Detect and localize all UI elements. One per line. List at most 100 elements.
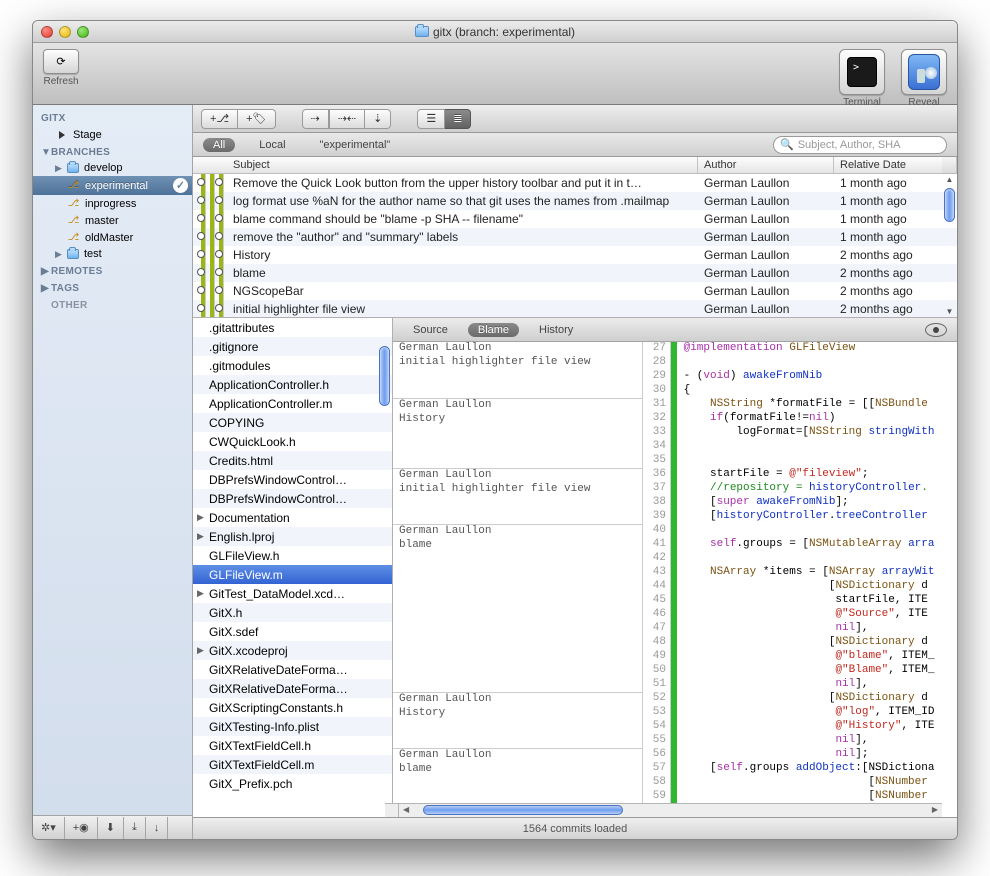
history-row[interactable]: remove the "author" and "summary" labels…	[193, 228, 957, 246]
history-row[interactable]: HistoryGerman Laullon2 months ago	[193, 246, 957, 264]
file-row[interactable]: ▶GitX.xcodeproj	[193, 641, 392, 660]
file-row[interactable]: GitXTextFieldCell.h	[193, 736, 392, 755]
fetch-button[interactable]: ↓	[146, 817, 169, 839]
new-branch-button[interactable]: +⎇	[201, 109, 238, 129]
source-line	[677, 356, 957, 370]
minimize-button[interactable]	[59, 26, 71, 38]
file-row[interactable]: GLFileView.m	[193, 565, 392, 584]
file-row[interactable]: ▶Documentation	[193, 508, 392, 527]
file-row[interactable]: .gitmodules	[193, 356, 392, 375]
search-field[interactable]: 🔍 Subject, Author, SHA	[773, 136, 947, 154]
history-row[interactable]: log format use %aN for the author name s…	[193, 192, 957, 210]
code-hscroll-track[interactable]: ◀ ▶	[399, 803, 942, 817]
action-menu-button[interactable]: ✲▾	[33, 817, 65, 839]
tab-history[interactable]: History	[529, 323, 583, 337]
tab-blame[interactable]: Blame	[468, 323, 519, 337]
history-row[interactable]: Remove the Quick Look button from the up…	[193, 174, 957, 192]
file-scroll-thumb[interactable]	[379, 346, 390, 406]
file-list[interactable]: .gitattributes.gitignore.gitmodules Appli…	[193, 318, 392, 817]
filter-local[interactable]: Local	[249, 138, 295, 152]
refresh-button[interactable]: ⟳	[43, 49, 79, 74]
file-row[interactable]: GitX.h	[193, 603, 392, 622]
file-row[interactable]: GitX_Prefix.pch	[193, 774, 392, 793]
filter-all[interactable]: All	[203, 138, 235, 152]
commit-subject: blame command should be "blame -p SHA --…	[233, 212, 698, 226]
scroll-down-arrow[interactable]: ▼	[944, 306, 955, 317]
sidebar-branch-inprogress[interactable]: ⎇inprogress	[33, 195, 192, 212]
scroll-up-arrow[interactable]: ▲	[944, 174, 955, 185]
history-list[interactable]: Remove the Quick Look button from the up…	[193, 174, 957, 318]
sidebar-item-stage[interactable]: Stage	[33, 126, 192, 143]
close-button[interactable]	[41, 26, 53, 38]
list-view-button[interactable]: ☰	[417, 109, 445, 129]
source-line: [self.groups addObject:[NSDictiona	[677, 762, 957, 776]
file-row[interactable]: GitXScriptingConstants.h	[193, 698, 392, 717]
tab-source[interactable]: Source	[403, 323, 458, 337]
col-date[interactable]: Relative Date	[834, 157, 942, 173]
file-row[interactable]: .gitignore	[193, 337, 392, 356]
terminal-button[interactable]	[839, 49, 885, 95]
code-hscroll-thumb[interactable]	[423, 805, 623, 815]
sidebar-branch-oldMaster[interactable]: ⎇oldMaster	[33, 229, 192, 246]
stage-label: Stage	[73, 129, 102, 141]
pull-button[interactable]: ⤓	[124, 817, 146, 839]
file-row[interactable]: DBPrefsWindowControl…	[193, 489, 392, 508]
code-view[interactable]: German Laulloninitial highlighter file v…	[393, 342, 957, 817]
rebase-button[interactable]: ⇣	[365, 109, 391, 129]
file-row[interactable]: ▶English.lproj	[193, 527, 392, 546]
sidebar-branch-experimental[interactable]: ⎇experimental✓	[33, 176, 192, 195]
sidebar-header-other[interactable]: OTHER	[33, 296, 192, 313]
cherry-pick-button[interactable]: ⇢	[302, 109, 329, 129]
col-author[interactable]: Author	[698, 157, 834, 173]
history-scroll-thumb[interactable]	[944, 188, 955, 222]
zoom-button[interactable]	[77, 26, 89, 38]
new-tag-button[interactable]: +🏷	[238, 109, 275, 129]
hscroll-right-arrow[interactable]: ▶	[932, 805, 938, 814]
history-row[interactable]: blameGerman Laullon2 months ago	[193, 264, 957, 282]
sidebar-branch-develop[interactable]: ▶develop	[33, 160, 192, 176]
file-name: GitXRelativeDateForma…	[209, 663, 348, 677]
file-row[interactable]: Credits.html	[193, 451, 392, 470]
history-row[interactable]: blame command should be "blame -p SHA --…	[193, 210, 957, 228]
add-remote-button[interactable]: +◉	[65, 817, 98, 839]
blame-block[interactable]: German LaullonHistory	[393, 692, 642, 748]
file-row[interactable]: GitXTesting-Info.plist	[193, 717, 392, 736]
reveal-button[interactable]	[901, 49, 947, 95]
file-row[interactable]: GLFileView.h	[193, 546, 392, 565]
file-row[interactable]: GitXRelativeDateForma…	[193, 679, 392, 698]
file-row[interactable]: ▶GitTest_DataModel.xcd…	[193, 584, 392, 603]
hscroll-left-arrow[interactable]: ◀	[403, 805, 409, 814]
sidebar-header-branches[interactable]: ▼BRANCHES	[33, 143, 192, 160]
file-name: ApplicationController.h	[209, 378, 329, 392]
push-button[interactable]: ⬇	[98, 817, 124, 839]
file-row[interactable]: DBPrefsWindowControl…	[193, 470, 392, 489]
commit-date: 2 months ago	[834, 248, 942, 262]
history-row[interactable]: NGScopeBarGerman Laullon2 months ago	[193, 282, 957, 300]
file-row[interactable]: GitX.sdef	[193, 622, 392, 641]
history-row[interactable]: initial highlighter file viewGerman Laul…	[193, 300, 957, 318]
tree-view-button[interactable]: ≣	[445, 109, 471, 129]
history-toolbar: +⎇ +🏷 ⇢ ⇢⇠ ⇣ ☰ ≣	[193, 105, 957, 133]
file-row[interactable]: COPYING	[193, 413, 392, 432]
sidebar-branch-test[interactable]: ▶test	[33, 246, 192, 262]
col-subject[interactable]: Subject	[193, 157, 698, 173]
sidebar-header-tags[interactable]: ▶TAGS	[33, 279, 192, 296]
file-row[interactable]: GitXRelativeDateForma…	[193, 660, 392, 679]
filter-current-branch[interactable]: "experimental"	[310, 138, 401, 152]
commit-author: German Laullon	[698, 284, 834, 298]
blame-block[interactable]: German Laulloninitial highlighter file v…	[393, 468, 642, 524]
merge-button[interactable]: ⇢⇠	[329, 109, 365, 129]
terminal-icon	[847, 57, 877, 87]
sidebar-branch-master[interactable]: ⎇master	[33, 212, 192, 229]
file-row[interactable]: ApplicationController.h	[193, 375, 392, 394]
blame-author: German Laullon	[399, 525, 636, 539]
blame-block[interactable]: German LaullonHistory	[393, 398, 642, 468]
file-row[interactable]: CWQuickLook.h	[193, 432, 392, 451]
file-row[interactable]: GitXTextFieldCell.m	[193, 755, 392, 774]
blame-block[interactable]: German Laulloninitial highlighter file v…	[393, 342, 642, 398]
file-row[interactable]: .gitattributes	[193, 318, 392, 337]
quicklook-icon[interactable]	[925, 323, 947, 337]
sidebar-header-remotes[interactable]: ▶REMOTES	[33, 262, 192, 279]
blame-block[interactable]: German Laullonblame	[393, 524, 642, 692]
file-row[interactable]: ApplicationController.m	[193, 394, 392, 413]
